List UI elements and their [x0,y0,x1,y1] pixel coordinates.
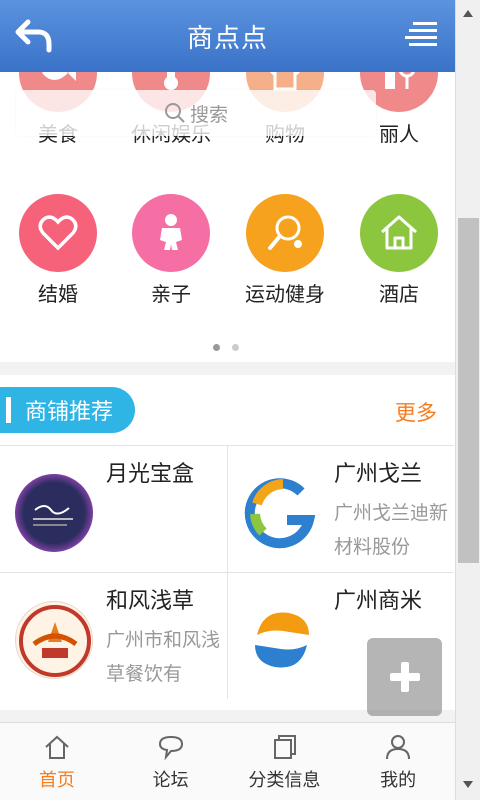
shop-name: 广州戈兰 [334,462,423,487]
chat-bubble-icon [158,735,183,760]
menu-icon[interactable] [405,20,437,50]
add-button[interactable] [367,638,442,716]
nav-label: 分类信息 [248,769,321,791]
scrollbar-thumb[interactable] [458,218,479,563]
shop-desc [106,496,224,568]
shop-name: 广州商米 [334,589,423,614]
shop-card[interactable]: 广州戈兰 广州戈兰迪新材料股份 [227,445,454,572]
back-arrow-icon[interactable] [14,16,54,56]
app-header: 商点点 [0,0,455,72]
shop-card[interactable]: 和风浅草 广州市和风浅草餐饮有 [0,572,227,699]
user-icon [386,734,411,759]
category-label: 酒店 [379,282,419,306]
carousel-dot[interactable] [232,344,239,351]
shop-name: 和风浅草 [106,589,195,614]
category-parenting[interactable]: 亲子 [114,194,228,307]
scroll-up-arrow-icon[interactable] [463,10,473,17]
pill-bar [6,397,11,423]
search-placeholder: 搜索 [189,103,228,126]
bottom-nav: 首页 论坛 分类信息 我的 [0,722,455,800]
category-wedding[interactable]: 结婚 [1,194,115,307]
house-icon [360,194,438,272]
carousel-dots [213,344,239,351]
home-icon [45,735,69,759]
pingpong-icon [246,194,324,272]
shop-card[interactable]: 月光宝盒 [0,445,227,572]
plus-icon [389,662,420,692]
shop-logo [243,474,321,552]
category-label: 亲子 [151,282,191,306]
section-title-pill: 商铺推荐 [0,387,135,433]
shop-logo [243,601,321,679]
shop-logo [15,601,93,679]
nav-label: 我的 [380,769,417,791]
category-label: 结婚 [38,282,78,306]
page-title: 商点点 [186,23,268,54]
nav-label: 首页 [38,769,75,791]
nav-item-categories[interactable]: 分类信息 [228,723,342,800]
more-link[interactable]: 更多 [395,397,437,427]
carousel-dot-active[interactable] [213,344,220,351]
shop-logo [15,474,93,552]
heart-icon [19,194,97,272]
baby-icon [132,194,210,272]
scroll-down-arrow-icon[interactable] [463,781,473,788]
section-title: 商铺推荐 [25,400,114,425]
category-hotel[interactable]: 酒店 [342,194,455,307]
nav-label: 论坛 [152,769,189,791]
vertical-scrollbar[interactable] [455,0,480,800]
nav-item-home[interactable]: 首页 [0,723,114,800]
nav-item-forum[interactable]: 论坛 [114,723,228,800]
shop-desc: 广州市和风浅草餐饮有 [106,629,221,685]
shop-name: 月光宝盒 [106,462,195,487]
category-label: 运动健身 [245,282,325,306]
nav-item-profile[interactable]: 我的 [341,723,455,800]
category-fitness[interactable]: 运动健身 [228,194,342,307]
cards-icon [274,734,297,759]
search-icon [164,103,185,123]
shop-desc: 广州戈兰迪新材料股份 [334,502,449,558]
search-input[interactable]: 搜索 [16,90,376,136]
